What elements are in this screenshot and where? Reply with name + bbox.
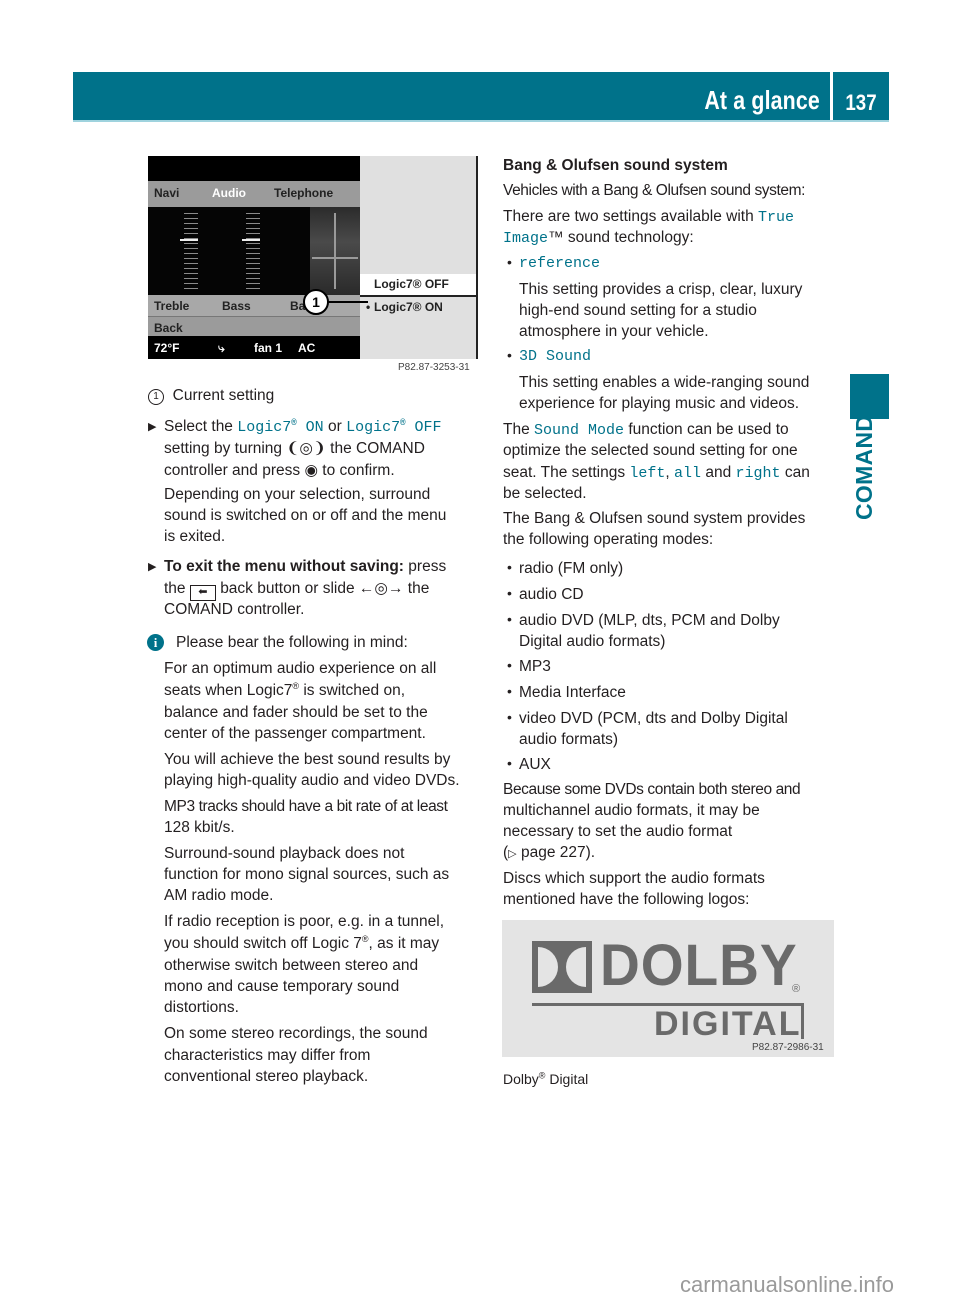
mode-item: AUX [519,756,551,773]
dolby-digital-logo: DOLBY ® DIGITAL P82.87-2986-31 [502,920,834,1057]
step-arrow-icon: ▶ [148,421,157,433]
mode-item: audio DVD (MLP, dts, PCM and Dolby [519,612,780,629]
audio-screen: Navi Audio Telephone Treble Bass Bal/Fa … [148,156,360,359]
true-image-term: True [758,209,795,226]
callout-legend: 1 Current setting [148,385,274,406]
mode-item: audio CD [519,586,584,603]
bass-knob [242,239,260,241]
bullet-icon: • [507,254,512,270]
section-tab-marker [850,374,889,419]
bullet-icon: • [507,559,512,575]
page-number: 137 [845,90,877,115]
status-bar: 72°F ⤷ fan 1 AC [148,336,360,359]
comand-screen-figure: Navi Audio Telephone Treble Bass Bal/Fa … [148,156,478,359]
back-label: Back [154,321,183,335]
mode-item: MP3 [519,658,551,675]
car-seat-balance-icon [310,207,360,295]
controller-turn-icon: ❨◎❩ [286,440,326,457]
bullet-icon: • [507,657,512,673]
bullet-icon: • [507,709,512,725]
bullet-icon: • [507,585,512,601]
step1-line1: Select the Logic7® ON or Logic7® OFF [164,418,442,437]
sound-mode-term: Sound Mode [534,422,625,439]
menu-option-logic7-off: Logic7® OFF [360,274,476,297]
controller-slide-icon: ←◎→ [358,580,404,597]
sound-settings-area [148,207,360,295]
info-icon: i [147,634,164,651]
mode-item: radio (FM only) [519,560,624,577]
section-heading: Bang & Olufsen sound system [503,157,728,174]
logo-caption: Dolby® Digital [503,1070,589,1087]
page-reference-link[interactable]: (▷ page 227). [503,842,595,865]
dolby-double-d-icon [532,941,592,993]
seat-heat-icon: ⤷ [218,341,225,355]
step-arrow-icon: ▶ [148,561,157,573]
page-header-bar: At a glance [73,72,830,120]
figure-code: P82.87-3253-31 [398,362,470,373]
logic7-menu: Logic7® OFF • Logic7® ON [360,156,476,359]
bass-slider [242,213,260,293]
option-logic7-off: Logic7® OFF [346,418,442,437]
temperature-readout: 72°F [154,341,180,355]
step2-line1: To exit the menu without saving: press [164,558,447,575]
bass-label: Bass [222,299,251,313]
mode-item: video DVD (PCM, dts and Dolby Digital [519,710,788,727]
page-number-box: 137 [833,72,889,120]
tab-audio: Audio [212,186,246,200]
header-underline [73,120,889,122]
section-tab-label: COMAND [851,414,877,520]
treble-knob [180,239,198,241]
setting-reference: reference [519,255,601,272]
tab-telephone: Telephone [274,186,334,200]
logo-figure-code: P82.87-2986-31 [752,1042,824,1053]
setting-3d-sound: 3D Sound [519,348,592,365]
treble-slider [180,213,198,293]
option-logic7-on: Logic7® ON [237,418,324,437]
fan-level: fan 1 [254,341,283,355]
bullet-icon: • [507,611,512,627]
back-row: Back [148,316,360,337]
bullet-icon: • [507,683,512,699]
callout-1: 1 [303,289,329,315]
note-heading: Please bear the following in mind: [176,634,408,651]
controller-press-icon: ◉ [304,462,318,479]
menu-option-logic7-on: • Logic7® ON [366,300,443,314]
bullet-icon: • [507,347,512,363]
bullet-icon: • [507,755,512,771]
watermark: carmanualsonline.info [680,1272,895,1297]
chapter-title: At a glance [704,85,820,115]
main-tabs: Navi Audio Telephone [148,181,360,207]
treble-label: Treble [154,299,190,313]
page-ref-arrow-icon: ▷ [508,848,517,860]
ac-label: AC [298,341,316,355]
tab-navi: Navi [154,186,180,200]
mode-item: Media Interface [519,684,626,701]
callout-leader-line [328,301,368,303]
